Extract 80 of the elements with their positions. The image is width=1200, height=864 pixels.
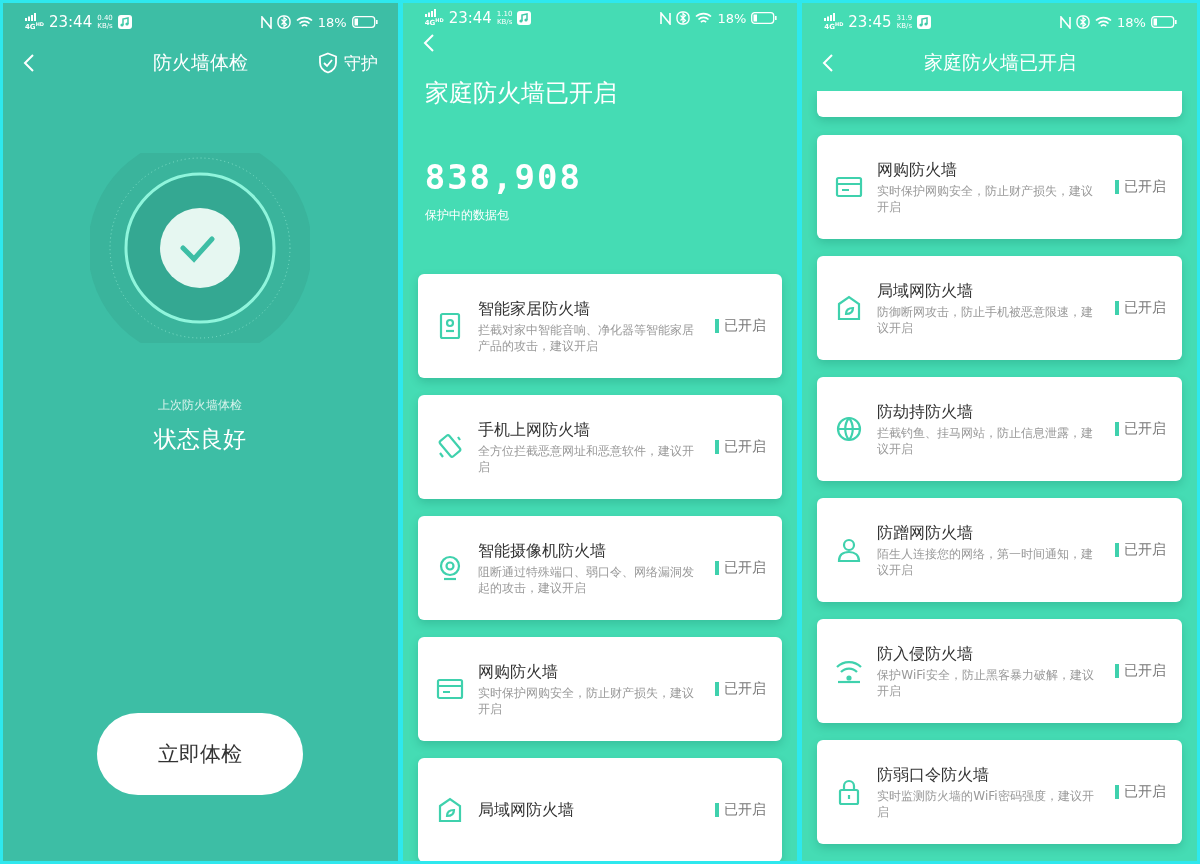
status-text: 已开启 (724, 801, 767, 820)
card-description: 实时保护网购安全，防止财产损失，建议开启 (877, 182, 1095, 215)
card-description: 全方位拦截恶意网址和恶意软件，建议开启 (477, 442, 695, 475)
card-title: 智能家居防火墙 (477, 298, 591, 320)
check-now-button[interactable]: 立即体检 (97, 713, 304, 795)
firewall-card[interactable]: 防蹭网防火墙 陌生人连接您的网络，第一时间通知，建议开启 已开启 (817, 498, 1182, 602)
status-text: 已开启 (1124, 541, 1166, 559)
firewall-card[interactable]: 防劫持防火墙 拦截钓鱼、挂马网站，防止信息泄露，建议开启 已开启 (817, 377, 1182, 481)
music-note-icon (117, 15, 132, 29)
card-title: 防弱口令防火墙 (877, 764, 991, 786)
status-text: 已开启 (724, 680, 767, 699)
bluetooth-icon (1076, 15, 1091, 29)
battery-icon (1151, 16, 1177, 28)
card-title: 局域网防火墙 (877, 280, 975, 302)
status-text: 状态良好 (153, 425, 248, 454)
card-title: 网购防火墙 (477, 661, 559, 683)
firewall-card[interactable]: 智能家居防火墙 拦截对家中智能音响、净化器等智能家居产品的攻击，建议开启 已开启 (417, 274, 783, 379)
signal-icon (824, 12, 837, 21)
card-title: 局域网防火墙 (477, 799, 575, 821)
clock-time: 23:44 (48, 13, 93, 31)
status-text: 已开启 (724, 438, 767, 457)
card-title: 智能摄像机防火墙 (477, 540, 607, 562)
card-title: 防劫持防火墙 (877, 401, 975, 423)
music-note-icon (517, 11, 532, 26)
status-text: 已开启 (1124, 420, 1166, 438)
firewall-card[interactable]: 防入侵防火墙 保护WiFi安全，防止黑客暴力破解，建议开启 已开启 (817, 619, 1182, 723)
globe-icon (835, 415, 864, 443)
back-chevron-icon (23, 53, 35, 73)
back-chevron-icon (822, 53, 835, 73)
battery-percent: 18% (717, 10, 747, 26)
firewall-card[interactable]: 局域网防火墙 防御断网攻击，防止手机被恶意限速，建议开启 已开启 (817, 256, 1182, 360)
firewall-card[interactable]: 防弱口令防火墙 实时监测防火墙的WiFi密码强度，建议开启 已开启 (817, 740, 1182, 844)
packet-counter: 838,908 (423, 156, 583, 198)
card-description: 阻断通过特殊端口、弱口令、网络漏洞发起的攻击，建议开启 (477, 563, 695, 596)
bluetooth-icon (276, 15, 291, 29)
nfc-icon (1060, 15, 1072, 29)
card-description: 保护WiFi安全，防止黑客暴力破解，建议开启 (877, 666, 1095, 699)
battery-icon (751, 12, 778, 25)
counter-label: 保护中的数据包 (423, 207, 510, 225)
music-note-icon (917, 15, 932, 29)
card-title: 防蹭网防火墙 (877, 522, 975, 544)
card-description: 防御断网攻击，防止手机被恶意限速，建议开启 (877, 303, 1095, 336)
status-text: 已开启 (724, 317, 767, 336)
card-description: 陌生人连接您的网络，第一时间通知，建议开启 (877, 545, 1095, 578)
page-heading: 家庭防火墙已开启 (423, 78, 618, 110)
wifi-icon (1095, 15, 1113, 29)
screen-title: 家庭防火墙已开启 (923, 50, 1076, 75)
card-title: 手机上网防火墙 (477, 419, 591, 441)
signal-icon (424, 9, 437, 17)
card-description: 拦截对家中智能音响、净化器等智能家居产品的攻击，建议开启 (477, 321, 695, 354)
wifi-icon (695, 11, 713, 25)
firewall-card[interactable]: 智能摄像机防火墙 阻断通过特殊端口、弱口令、网络漏洞发起的攻击，建议开启 已开启 (417, 516, 783, 621)
last-check-label: 上次防火墙体检 (157, 397, 244, 414)
shield-check-icon (317, 52, 338, 74)
firewall-card[interactable]: 局域网防火墙 已开启 (417, 758, 783, 861)
wifi-icon (295, 15, 313, 29)
bluetooth-icon (676, 11, 691, 26)
nfc-icon (660, 11, 672, 25)
card-title: 网购防火墙 (877, 159, 959, 181)
back-chevron-icon (422, 33, 435, 54)
status-text: 已开启 (1124, 299, 1166, 317)
firewall-card[interactable]: 网购防火墙 实时保护网购安全，防止财产损失，建议开启 已开启 (817, 135, 1182, 239)
screen-title: 防火墙体检 (152, 50, 248, 75)
battery-percent: 18% (1117, 14, 1146, 30)
status-text: 已开启 (724, 559, 767, 578)
signal-icon (25, 12, 37, 21)
status-text: 已开启 (1124, 662, 1166, 680)
card-description: 实时监测防火墙的WiFi密码强度，建议开启 (877, 787, 1095, 820)
card-description: 拦截钓鱼、挂马网站，防止信息泄露，建议开启 (877, 424, 1095, 457)
status-text: 已开启 (1124, 783, 1166, 801)
battery-icon (351, 16, 378, 28)
card-title: 防入侵防火墙 (877, 643, 975, 665)
firewall-card[interactable]: 手机上网防火墙 全方位拦截恶意网址和恶意软件，建议开启 已开启 (417, 395, 783, 500)
firewall-card[interactable]: 网购防火墙 实时保护网购安全，防止财产损失，建议开启 已开启 (417, 637, 783, 742)
battery-percent: 18% (317, 14, 347, 30)
clock-time: 23:45 (848, 13, 892, 31)
clock-time: 23:44 (448, 9, 492, 28)
status-text: 已开启 (1124, 178, 1166, 196)
card-description: 实时保护网购安全，防止财产损失，建议开启 (477, 684, 695, 717)
nfc-icon (260, 15, 272, 29)
